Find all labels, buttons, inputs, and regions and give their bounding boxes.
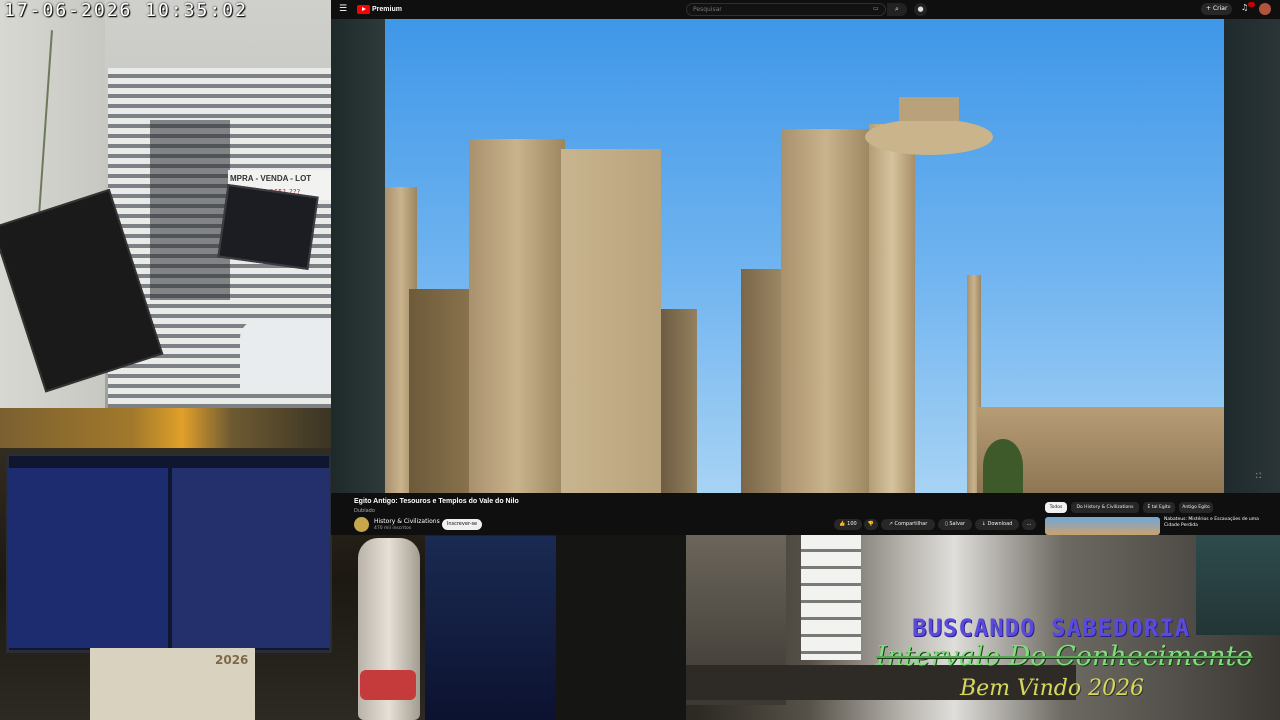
camera-timestamp: 17-06-2026 10:35:02 — [4, 0, 248, 21]
security-camera-feed: MPRA - VENDA - LOT 96 9651 ??? — [0, 0, 331, 408]
player-ambient-left — [331, 19, 385, 493]
server-rack — [425, 536, 556, 720]
download-icon: ↓ — [981, 521, 986, 527]
camera-gate-shadow — [150, 120, 230, 300]
temple-shadow-wall — [409, 289, 475, 493]
search-button[interactable]: ⌕ — [887, 3, 907, 16]
dislike-button[interactable]: 👎 — [864, 519, 878, 530]
create-button[interactable]: + Criar — [1201, 3, 1233, 15]
temple-pylon-left — [469, 139, 565, 493]
share-icon: ↗ — [888, 521, 893, 527]
more-actions-button[interactable]: ... — [1022, 519, 1036, 530]
monitor-screen-video-left — [8, 468, 168, 648]
save-button[interactable]: ▯ Salvar — [938, 519, 972, 530]
thumbs-down-icon: 👎 — [867, 521, 875, 527]
account-avatar[interactable] — [1259, 3, 1271, 15]
chip-related[interactable]: É tal Egito — [1143, 502, 1175, 513]
temple-column-capital — [865, 119, 993, 155]
subscribe-button[interactable]: Inscrever-se — [442, 519, 482, 530]
youtube-topbar: ☰ Premium Pesquisar ▭ ⌕ ● + Criar ♫ — [331, 0, 1280, 19]
chip-from-channel[interactable]: Do History & Civilizations — [1071, 502, 1139, 513]
fullscreen-icon[interactable]: ⛶ — [1256, 472, 1261, 481]
water-bottle-band — [360, 670, 416, 700]
temple-small-column — [661, 309, 697, 493]
download-button[interactable]: ↓ Download — [975, 519, 1019, 530]
like-button[interactable]: 👍 100 — [834, 519, 862, 530]
temple-column-abacus — [899, 97, 959, 121]
camera-parked-car — [240, 320, 331, 390]
search-input[interactable]: Pesquisar — [686, 3, 886, 16]
overlay-title-line2: Intervalo Do Conhecimento — [876, 641, 1253, 672]
share-label: Compartilhar — [894, 521, 928, 527]
temple-relief-wall — [561, 149, 661, 493]
youtube-window: ☰ Premium Pesquisar ▭ ⌕ ● + Criar ♫ ⛶ Eg… — [331, 0, 1280, 535]
chip-all[interactable]: Todos — [1045, 502, 1067, 513]
chip-ancient-egypt[interactable]: Antigo Egito — [1179, 502, 1213, 513]
monitor-shelf-toys — [0, 408, 331, 448]
like-count: 100 — [847, 521, 857, 527]
video-dub-label: Dublado — [354, 508, 375, 514]
palm-shrub — [983, 439, 1023, 493]
temple-papyrus-column — [869, 124, 915, 493]
temple-pylon-right — [781, 129, 871, 493]
overlay-title-line3: Bem Vindo 2026 — [960, 676, 1145, 701]
search-icon: ⌕ — [895, 5, 899, 13]
desk-calendar-year: 2026 — [215, 653, 249, 667]
channel-avatar[interactable] — [354, 517, 369, 532]
save-label: Salvar — [949, 521, 966, 527]
subscriber-count: 470 mil inscritos — [374, 526, 412, 531]
youtube-play-icon — [357, 5, 370, 14]
hanging-laptop-right — [217, 183, 319, 271]
download-label: Download — [987, 521, 1013, 527]
bookmark-icon: ▯ — [944, 521, 948, 527]
hamburger-menu-icon[interactable]: ☰ — [339, 4, 349, 14]
temple-gate-wall — [741, 269, 785, 493]
player-ambient-right — [1224, 19, 1280, 493]
share-button[interactable]: ↗ Compartilhar — [881, 519, 935, 530]
monitor-screen-video-right — [172, 468, 330, 648]
video-frame-karnak-temple[interactable] — [385, 19, 1224, 493]
keyboard-icon[interactable]: ▭ — [873, 5, 879, 12]
channel-name[interactable]: History & Civilizations — [374, 518, 440, 525]
create-label: Criar — [1212, 5, 1228, 12]
youtube-logo-text: Premium — [372, 6, 402, 13]
room-window — [801, 535, 861, 660]
thumbs-up-icon: 👍 — [839, 521, 846, 527]
video-title: Egito Antigo: Tesouros e Templos do Vale… — [354, 498, 519, 505]
recommended-video-thumbnail[interactable] — [1045, 517, 1160, 535]
youtube-logo[interactable]: Premium — [357, 4, 402, 15]
voice-search-button[interactable]: ● — [914, 3, 927, 16]
room-graffiti-wall — [1196, 535, 1280, 635]
microphone-icon: ● — [917, 5, 924, 13]
notification-badge — [1248, 2, 1255, 7]
room-doorway — [556, 535, 686, 720]
recommended-video-title[interactable]: Nabateus: Mistérios e Escavações de uma … — [1164, 517, 1274, 529]
overlay-title-line1: BUSCANDO SABEDORIA — [912, 614, 1191, 642]
